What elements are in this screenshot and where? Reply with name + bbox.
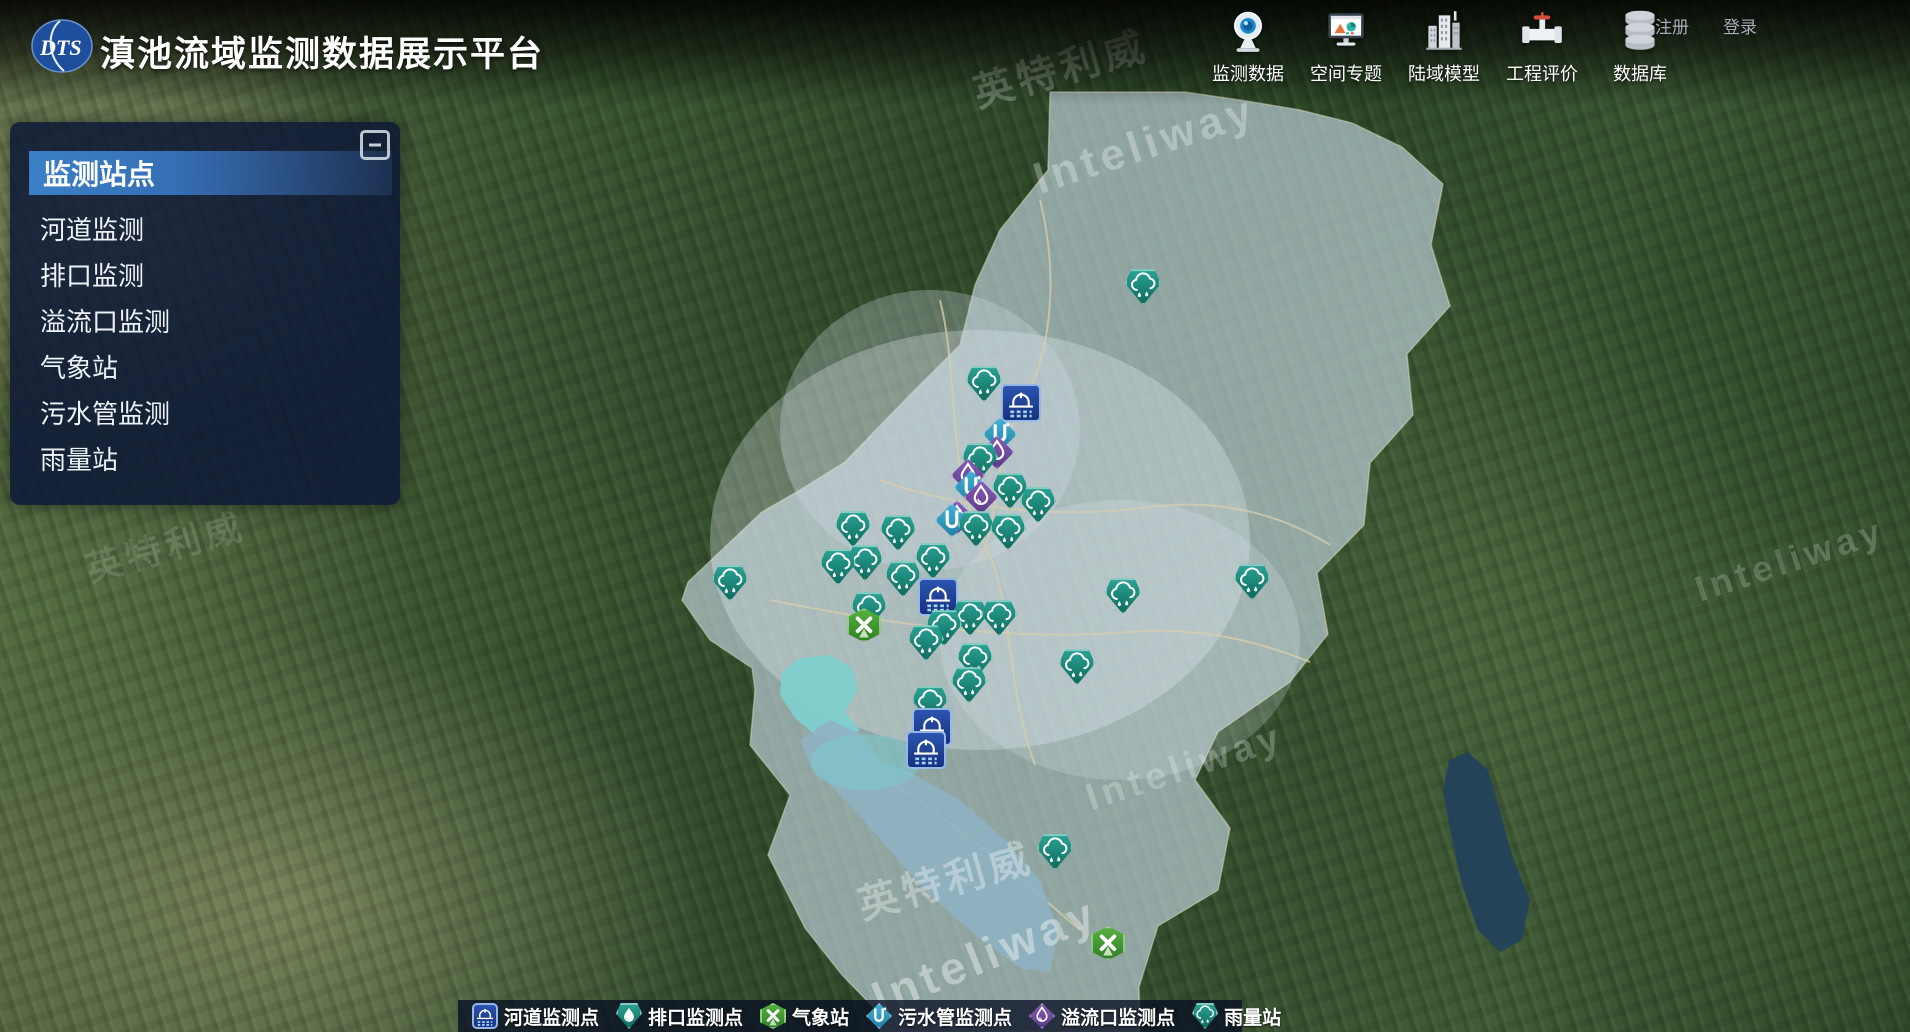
map-legend: 河道监测点 排口监测点 气象站 污水管监测点 溢流口监测点 雨量站	[458, 1000, 1242, 1032]
legend-label: 河道监测点	[504, 1003, 599, 1030]
rain-station-marker[interactable]	[835, 511, 871, 547]
outlet-marker-icon	[616, 1003, 642, 1029]
auth-links: 注册 登录	[1655, 13, 1757, 38]
rain-station-marker[interactable]	[1105, 578, 1141, 614]
river-monitoring-marker[interactable]	[1001, 384, 1041, 422]
top-nav: 监测数据 空间专题	[1203, 6, 1685, 86]
sidebar-item-overflow-monitoring[interactable]: 溢流口监测	[10, 299, 400, 345]
rain-station-marker[interactable]	[990, 514, 1026, 550]
rain-station-marker[interactable]	[966, 366, 1002, 402]
login-link[interactable]: 登录	[1723, 13, 1757, 38]
buildings-icon	[1419, 6, 1469, 56]
rain-marker-icon	[1192, 1003, 1218, 1029]
monitor-chart-icon	[1321, 6, 1371, 56]
nav-label: 监测数据	[1212, 60, 1284, 86]
nav-item-spatial-topics[interactable]: 空间专题	[1301, 6, 1391, 86]
sewage-marker-icon	[866, 1003, 892, 1029]
panel-title[interactable]: 监测站点	[29, 151, 392, 195]
weather-station-marker[interactable]	[1091, 926, 1125, 960]
legend-item-weather[interactable]: 气象站	[760, 1003, 849, 1030]
sidebar-item-rain-station[interactable]: 雨量站	[10, 437, 400, 483]
valve-icon	[1517, 6, 1567, 56]
weather-marker-icon	[760, 1003, 786, 1029]
rain-station-marker[interactable]	[880, 515, 916, 551]
rain-station-marker[interactable]	[908, 625, 944, 661]
webcam-icon	[1223, 6, 1273, 56]
sidebar-item-outlet-monitoring[interactable]: 排口监测	[10, 253, 400, 299]
sidebar-item-weather-station[interactable]: 气象站	[10, 345, 400, 391]
panel-menu: 河道监测 排口监测 溢流口监测 气象站 污水管监测 雨量站	[10, 207, 400, 483]
legend-item-outlet[interactable]: 排口监测点	[616, 1003, 743, 1030]
rain-station-marker[interactable]	[1059, 649, 1095, 685]
overflow-marker-icon	[1029, 1003, 1055, 1029]
legend-label: 溢流口监测点	[1061, 1003, 1175, 1030]
nav-label: 工程评价	[1506, 60, 1578, 86]
legend-label: 气象站	[792, 1003, 849, 1030]
rain-station-marker[interactable]	[1125, 269, 1161, 305]
rain-station-marker[interactable]	[885, 561, 921, 597]
nav-label: 数据库	[1613, 60, 1667, 86]
page-title: 滇池流域监测数据展示平台	[100, 26, 544, 77]
monitoring-stations-panel: 监测站点 河道监测 排口监测 溢流口监测 气象站 污水管监测 雨量站	[10, 122, 400, 505]
nav-item-land-model[interactable]: 陆域模型	[1399, 6, 1489, 86]
nav-label: 陆域模型	[1408, 60, 1480, 86]
river-marker-icon	[472, 1003, 498, 1029]
logo-letters: DTS	[39, 35, 82, 60]
legend-item-overflow[interactable]: 溢流口监测点	[1029, 1003, 1175, 1030]
rain-station-marker[interactable]	[1037, 834, 1073, 870]
lake-east	[1443, 752, 1530, 952]
sidebar-item-river-monitoring[interactable]: 河道监测	[10, 207, 400, 253]
rain-station-marker[interactable]	[951, 667, 987, 703]
nav-label: 空间专题	[1310, 60, 1382, 86]
rain-station-marker[interactable]	[820, 549, 856, 585]
nav-item-project-eval[interactable]: 工程评价	[1497, 6, 1587, 86]
legend-item-river[interactable]: 河道监测点	[472, 1003, 599, 1030]
legend-item-sewage[interactable]: 污水管监测点	[866, 1003, 1012, 1030]
legend-label: 排口监测点	[648, 1003, 743, 1030]
legend-item-rain[interactable]: 雨量站	[1192, 1003, 1281, 1030]
register-link[interactable]: 注册	[1655, 13, 1689, 38]
nav-item-monitor-data[interactable]: 监测数据	[1203, 6, 1293, 86]
legend-label: 雨量站	[1224, 1003, 1281, 1030]
rain-station-marker[interactable]	[958, 511, 994, 547]
river-monitoring-marker[interactable]	[906, 731, 946, 769]
legend-label: 污水管监测点	[898, 1003, 1012, 1030]
sidebar-item-sewage-monitoring[interactable]: 污水管监测	[10, 391, 400, 437]
weather-station-marker[interactable]	[847, 608, 881, 642]
collapse-panel-button[interactable]	[360, 130, 390, 160]
rain-station-marker[interactable]	[712, 565, 748, 601]
rain-station-marker[interactable]	[1234, 564, 1270, 600]
app-logo[interactable]: DTS	[30, 18, 94, 74]
rain-station-marker[interactable]	[981, 600, 1017, 636]
